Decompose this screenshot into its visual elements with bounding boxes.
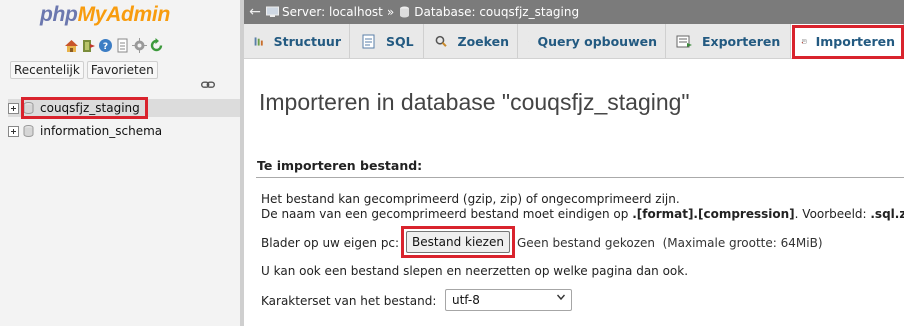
breadcrumb-server-label: Server: localhost	[282, 5, 383, 19]
info-text-prefix: De naam van een gecomprimeerd bestand mo…	[261, 207, 633, 221]
tab-query[interactable]: Query opbouwen	[518, 24, 666, 58]
highlight-box	[401, 226, 515, 258]
info-text-example: .sql.zip	[870, 207, 904, 221]
info-text-filename: De naam van een gecomprimeerd bestand mo…	[261, 207, 904, 221]
favorites-tab[interactable]: Favorieten	[86, 61, 158, 79]
tab-label: Query opbouwen	[537, 33, 657, 49]
charset-select[interactable]: utf-8	[445, 289, 572, 311]
breadcrumb-database[interactable]: Database: couqsfjz_staging	[398, 5, 579, 19]
breadcrumb-database-label: Database: couqsfjz_staging	[414, 5, 580, 19]
logo-text-php: php	[40, 3, 78, 26]
section-heading: Te importeren bestand:	[257, 158, 423, 173]
tab-search[interactable]: Zoeken	[424, 24, 518, 58]
link-icon[interactable]	[201, 80, 215, 90]
drag-drop-hint: U kan ook een bestand slepen en neerzett…	[261, 264, 689, 278]
breadcrumb-server[interactable]: Server: localhost	[266, 5, 383, 19]
server-icon	[266, 6, 279, 17]
nav-tabs: Recentelijk Favorieten	[10, 61, 158, 79]
tab-label: Structuur	[273, 33, 341, 49]
database-icon	[23, 125, 34, 137]
tab-export[interactable]: Exporteren	[666, 24, 791, 58]
database-icon	[400, 6, 410, 18]
tab-label: Zoeken	[457, 33, 509, 49]
tab-label: SQL	[386, 33, 414, 49]
charset-label: Karakterset van het bestand:	[261, 294, 437, 308]
highlight-box	[21, 97, 148, 119]
structure-icon	[254, 36, 263, 46]
back-arrow-icon[interactable]: ←	[244, 4, 266, 20]
expand-icon[interactable]	[8, 102, 19, 114]
browse-label: Blader op uw eigen pc:	[261, 236, 400, 250]
export-icon	[676, 35, 692, 47]
section-divider	[256, 177, 904, 178]
database-name[interactable]: information_schema	[40, 124, 162, 138]
chevron-down-icon	[557, 294, 565, 301]
svg-text:?: ?	[103, 42, 108, 52]
file-status: Geen bestand gekozen (Maximale grootte: …	[517, 236, 823, 250]
nav-icon-bar: ?	[64, 38, 164, 53]
navigation-panel: phpMyAdmin ? Recentelijk Favorieten couq…	[0, 0, 240, 326]
breadcrumb-separator: »	[386, 5, 395, 19]
home-icon[interactable]	[64, 38, 79, 53]
tab-sql[interactable]: SQL	[350, 24, 424, 58]
exit-icon[interactable]	[81, 38, 96, 53]
info-text-format: .[format].[compression]	[632, 207, 795, 221]
reload-icon[interactable]	[149, 38, 164, 53]
sql-icon	[362, 34, 375, 48]
settings-icon[interactable]	[132, 38, 147, 53]
charset-value: utf-8	[452, 293, 480, 307]
info-text-middle: . Voorbeeld:	[794, 207, 871, 221]
highlight-box	[792, 25, 904, 59]
tab-label: Exporteren	[702, 33, 781, 49]
search-icon	[435, 35, 447, 47]
recent-tab[interactable]: Recentelijk	[10, 61, 84, 79]
logo-text-myadmin: MyAdmin	[77, 3, 171, 26]
breadcrumb: ← Server: localhost » Database: couqsfjz…	[244, 0, 904, 24]
expand-icon[interactable]	[8, 125, 19, 137]
phpmyadmin-logo[interactable]: phpMyAdmin	[40, 3, 170, 27]
tab-structure[interactable]: Structuur	[244, 24, 350, 58]
database-tree-item[interactable]: information_schema	[8, 122, 162, 140]
page-title: Importeren in database "couqsfjz_staging…	[259, 89, 690, 115]
help-icon[interactable]: ?	[98, 38, 113, 53]
info-text-compression: Het bestand kan gecomprimeerd (gzip, zip…	[261, 192, 680, 206]
docs-icon[interactable]	[115, 38, 130, 53]
